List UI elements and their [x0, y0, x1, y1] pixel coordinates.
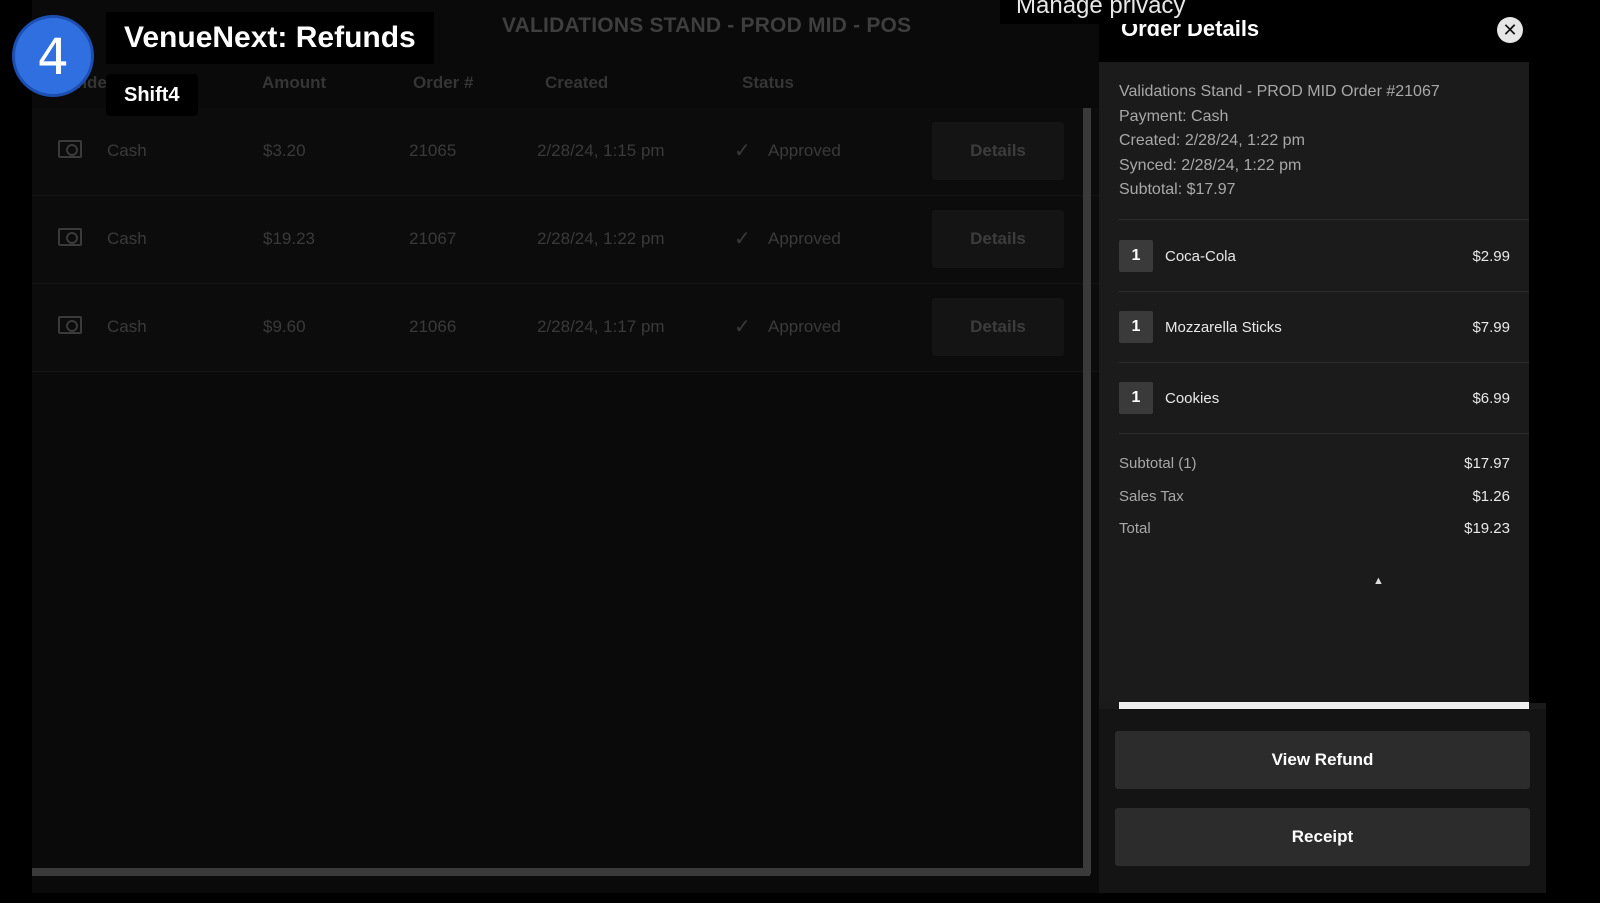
amount-cell: $19.23 — [263, 229, 315, 248]
orders-table: Tender Amount Order # Created Status Cas… — [32, 56, 1112, 886]
item-quantity: 1 — [1119, 382, 1153, 414]
item-name: Cookies — [1165, 390, 1220, 407]
total-value: $19.23 — [1464, 520, 1510, 537]
order-details-drawer: Order Details ✕ Validations Stand - PROD… — [1099, 0, 1546, 893]
order-info-title: Validations Stand - PROD MID Order #2106… — [1119, 83, 1440, 100]
column-header-created: Created — [545, 73, 609, 92]
table-row[interactable]: Cash $19.23 21067 2/28/24, 1:22 pm ✓ App… — [32, 196, 1112, 284]
amount-cell: $9.60 — [263, 317, 306, 336]
item-name: Coca-Cola — [1165, 248, 1236, 265]
created-cell: 2/28/24, 1:22 pm — [537, 229, 665, 248]
sales-tax-value: $1.26 — [1472, 488, 1510, 505]
column-header-order: Order # — [413, 73, 474, 92]
receipt-button[interactable]: Receipt — [1115, 808, 1530, 866]
order-info-subtotal: Subtotal: $17.97 — [1119, 181, 1236, 198]
status-cell: Approved — [768, 141, 841, 160]
orders-panel: VALIDATIONS STAND - PROD MID - POS Tende… — [32, 0, 1112, 893]
order-cell: 21067 — [409, 229, 457, 248]
manage-privacy-link[interactable]: Manage privacy — [1000, 0, 1202, 24]
step-number-badge: 4 — [12, 15, 94, 97]
cash-icon — [58, 228, 82, 246]
divider — [1119, 433, 1529, 434]
view-refund-button[interactable]: View Refund — [1115, 731, 1530, 789]
drawer-body: Validations Stand - PROD MID Order #2106… — [1099, 62, 1529, 703]
item-name: Mozzarella Sticks — [1165, 319, 1282, 336]
status-cell: Approved — [768, 229, 841, 248]
cash-icon — [58, 316, 82, 334]
check-icon: ✓ — [734, 316, 751, 338]
divider — [1119, 219, 1529, 220]
divider — [1119, 291, 1529, 292]
tender-cell: Cash — [107, 317, 147, 336]
order-info-payment: Payment: Cash — [1119, 108, 1229, 125]
divider — [1119, 362, 1529, 363]
created-cell: 2/28/24, 1:17 pm — [537, 317, 665, 336]
order-cell: 21065 — [409, 141, 457, 160]
item-quantity: 1 — [1119, 240, 1153, 272]
amount-cell: $3.20 — [263, 141, 306, 160]
subtotal-label: Subtotal (1) — [1119, 455, 1197, 472]
total-label: Total — [1119, 520, 1151, 537]
table-row[interactable]: Cash $9.60 21066 2/28/24, 1:17 pm ✓ Appr… — [32, 284, 1112, 372]
mouse-cursor-icon: ▲ — [1373, 575, 1384, 587]
status-cell: Approved — [768, 317, 841, 336]
guide-title: VenueNext: Refunds — [106, 12, 434, 64]
cash-icon — [58, 140, 82, 158]
column-header-status: Status — [742, 73, 794, 92]
order-cell: 21066 — [409, 317, 457, 336]
created-cell: 2/28/24, 1:15 pm — [537, 141, 665, 160]
order-info-created: Created: 2/28/24, 1:22 pm — [1119, 132, 1305, 149]
tender-cell: Cash — [107, 141, 147, 160]
window-edge — [1546, 0, 1600, 903]
drawer-horizontal-scrollbar[interactable] — [1119, 702, 1529, 709]
item-price: $7.99 — [1472, 319, 1510, 336]
sales-tax-label: Sales Tax — [1119, 488, 1184, 505]
item-quantity: 1 — [1119, 311, 1153, 343]
drawer-vertical-scrollbar[interactable] — [1529, 62, 1546, 703]
item-price: $6.99 — [1472, 390, 1510, 407]
details-button[interactable]: Details — [932, 210, 1064, 268]
check-icon: ✓ — [734, 140, 751, 162]
subtotal-value: $17.97 — [1464, 455, 1510, 472]
table-vertical-scrollbar[interactable] — [1083, 108, 1091, 874]
tender-cell: Cash — [107, 229, 147, 248]
details-button[interactable]: Details — [932, 298, 1064, 356]
order-info-synced: Synced: 2/28/24, 1:22 pm — [1119, 157, 1302, 174]
column-header-amount: Amount — [262, 73, 327, 92]
check-icon: ✓ — [734, 228, 751, 250]
guide-subtitle: Shift4 — [106, 74, 198, 116]
item-price: $2.99 — [1472, 248, 1510, 265]
drawer-footer: View Refund Receipt — [1099, 709, 1546, 893]
close-icon[interactable]: ✕ — [1497, 17, 1523, 43]
table-horizontal-scrollbar[interactable] — [32, 868, 1090, 876]
details-button[interactable]: Details — [932, 122, 1064, 180]
table-row[interactable]: Cash $3.20 21065 2/28/24, 1:15 pm ✓ Appr… — [32, 108, 1112, 196]
